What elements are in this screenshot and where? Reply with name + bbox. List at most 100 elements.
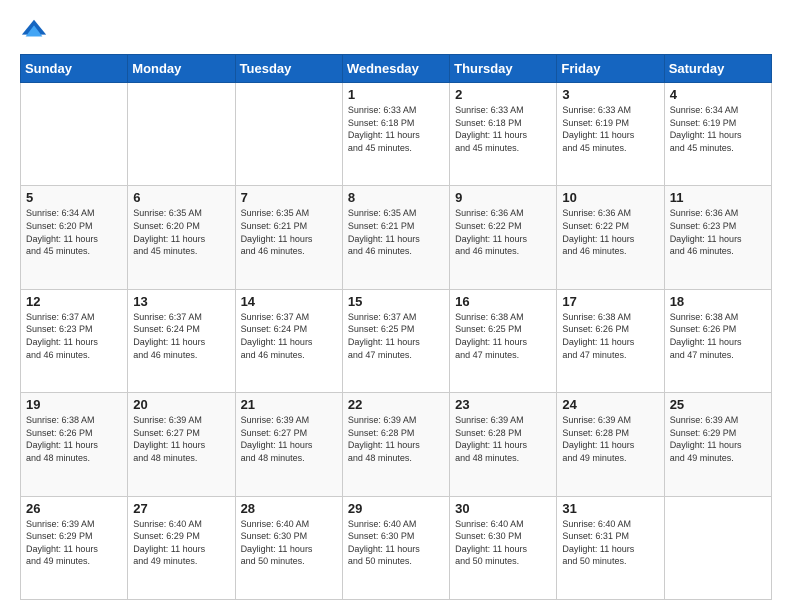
day-number: 2	[455, 87, 551, 102]
day-number: 3	[562, 87, 658, 102]
day-header-saturday: Saturday	[664, 55, 771, 83]
calendar-cell: 30 Sunrise: 6:40 AM Sunset: 6:30 PM Dayli…	[450, 496, 557, 599]
day-info: Sunrise: 6:36 AM Sunset: 6:23 PM Dayligh…	[670, 207, 766, 257]
day-header-wednesday: Wednesday	[342, 55, 449, 83]
day-info: Sunrise: 6:38 AM Sunset: 6:26 PM Dayligh…	[670, 311, 766, 361]
day-header-monday: Monday	[128, 55, 235, 83]
day-info: Sunrise: 6:40 AM Sunset: 6:30 PM Dayligh…	[348, 518, 444, 568]
calendar-cell: 18 Sunrise: 6:38 AM Sunset: 6:26 PM Dayli…	[664, 289, 771, 392]
calendar-cell	[664, 496, 771, 599]
day-number: 13	[133, 294, 229, 309]
day-number: 21	[241, 397, 337, 412]
logo-icon	[20, 16, 48, 44]
calendar-cell: 27 Sunrise: 6:40 AM Sunset: 6:29 PM Dayli…	[128, 496, 235, 599]
day-number: 22	[348, 397, 444, 412]
calendar-cell: 6Sunrise: 6:35 AM Sunset: 6:20 PM Daylig…	[128, 186, 235, 289]
calendar-table: SundayMondayTuesdayWednesdayThursdayFrid…	[20, 54, 772, 600]
calendar-cell: 29 Sunrise: 6:40 AM Sunset: 6:30 PM Dayli…	[342, 496, 449, 599]
day-number: 23	[455, 397, 551, 412]
day-info: Sunrise: 6:38 AM Sunset: 6:26 PM Dayligh…	[26, 414, 122, 464]
day-number: 14	[241, 294, 337, 309]
calendar-cell: 13 Sunrise: 6:37 AM Sunset: 6:24 PM Dayli…	[128, 289, 235, 392]
header	[20, 16, 772, 44]
day-number: 30	[455, 501, 551, 516]
calendar-cell: 25 Sunrise: 6:39 AM Sunset: 6:29 PM Dayli…	[664, 393, 771, 496]
calendar-cell: 3 Sunrise: 6:33 AM Sunset: 6:19 PM Daylig…	[557, 83, 664, 186]
page: SundayMondayTuesdayWednesdayThursdayFrid…	[0, 0, 792, 612]
day-number: 25	[670, 397, 766, 412]
day-info: Sunrise: 6:39 AM Sunset: 6:28 PM Dayligh…	[562, 414, 658, 464]
day-info: Sunrise: 6:38 AM Sunset: 6:26 PM Dayligh…	[562, 311, 658, 361]
day-number: 16	[455, 294, 551, 309]
day-number: 10	[562, 190, 658, 205]
day-number: 1	[348, 87, 444, 102]
day-number: 5	[26, 190, 122, 205]
calendar-cell: 10 Sunrise: 6:36 AM Sunset: 6:22 PM Dayli…	[557, 186, 664, 289]
day-info: Sunrise: 6:38 AM Sunset: 6:25 PM Dayligh…	[455, 311, 551, 361]
day-info: Sunrise: 6:40 AM Sunset: 6:31 PM Dayligh…	[562, 518, 658, 568]
day-info: Sunrise: 6:39 AM Sunset: 6:29 PM Dayligh…	[670, 414, 766, 464]
calendar-cell	[21, 83, 128, 186]
calendar-week-row: 26Sunrise: 6:39 AM Sunset: 6:29 PM Dayli…	[21, 496, 772, 599]
day-number: 27	[133, 501, 229, 516]
calendar-cell: 12Sunrise: 6:37 AM Sunset: 6:23 PM Dayli…	[21, 289, 128, 392]
day-info: Sunrise: 6:35 AM Sunset: 6:20 PM Dayligh…	[133, 207, 229, 257]
calendar-cell	[128, 83, 235, 186]
calendar-cell: 1Sunrise: 6:33 AM Sunset: 6:18 PM Daylig…	[342, 83, 449, 186]
calendar-cell: 14 Sunrise: 6:37 AM Sunset: 6:24 PM Dayli…	[235, 289, 342, 392]
day-info: Sunrise: 6:37 AM Sunset: 6:23 PM Dayligh…	[26, 311, 122, 361]
day-info: Sunrise: 6:37 AM Sunset: 6:24 PM Dayligh…	[241, 311, 337, 361]
calendar-cell: 8 Sunrise: 6:35 AM Sunset: 6:21 PM Daylig…	[342, 186, 449, 289]
logo	[20, 16, 52, 44]
day-header-friday: Friday	[557, 55, 664, 83]
day-info: Sunrise: 6:36 AM Sunset: 6:22 PM Dayligh…	[455, 207, 551, 257]
calendar-week-row: 5 Sunrise: 6:34 AM Sunset: 6:20 PM Daylig…	[21, 186, 772, 289]
day-number: 28	[241, 501, 337, 516]
day-info: Sunrise: 6:37 AM Sunset: 6:24 PM Dayligh…	[133, 311, 229, 361]
calendar-cell: 31 Sunrise: 6:40 AM Sunset: 6:31 PM Dayli…	[557, 496, 664, 599]
day-info: Sunrise: 6:39 AM Sunset: 6:29 PM Dayligh…	[26, 518, 122, 568]
calendar-cell: 24 Sunrise: 6:39 AM Sunset: 6:28 PM Dayli…	[557, 393, 664, 496]
calendar-cell: 21 Sunrise: 6:39 AM Sunset: 6:27 PM Dayli…	[235, 393, 342, 496]
day-info: Sunrise: 6:36 AM Sunset: 6:22 PM Dayligh…	[562, 207, 658, 257]
day-number: 31	[562, 501, 658, 516]
day-info: Sunrise: 6:39 AM Sunset: 6:27 PM Dayligh…	[133, 414, 229, 464]
day-number: 29	[348, 501, 444, 516]
calendar-week-row: 1 Sunrise: 6:33 AM Sunset: 6:18 PM Daylig…	[21, 83, 772, 186]
day-info: Sunrise: 6:39 AM Sunset: 6:27 PM Dayligh…	[241, 414, 337, 464]
day-info: Sunrise: 6:33 AM Sunset: 6:19 PM Dayligh…	[562, 104, 658, 154]
day-number: 7	[241, 190, 337, 205]
calendar-cell: 9 Sunrise: 6:36 AM Sunset: 6:22 PM Daylig…	[450, 186, 557, 289]
calendar-cell: 2 Sunrise: 6:33 AM Sunset: 6:18 PM Daylig…	[450, 83, 557, 186]
day-number: 4	[670, 87, 766, 102]
day-info: Sunrise: 6:40 AM Sunset: 6:30 PM Dayligh…	[455, 518, 551, 568]
day-info: Sunrise: 6:39 AM Sunset: 6:28 PM Dayligh…	[348, 414, 444, 464]
day-number: 9	[455, 190, 551, 205]
day-number: 17	[562, 294, 658, 309]
day-info: Sunrise: 6:35 AM Sunset: 6:21 PM Dayligh…	[241, 207, 337, 257]
calendar-header-row: SundayMondayTuesdayWednesdayThursdayFrid…	[21, 55, 772, 83]
day-number: 8	[348, 190, 444, 205]
calendar-cell: 23 Sunrise: 6:39 AM Sunset: 6:28 PM Dayli…	[450, 393, 557, 496]
day-info: Sunrise: 6:35 AM Sunset: 6:21 PM Dayligh…	[348, 207, 444, 257]
calendar-week-row: 12Sunrise: 6:37 AM Sunset: 6:23 PM Dayli…	[21, 289, 772, 392]
day-header-tuesday: Tuesday	[235, 55, 342, 83]
calendar-cell: 20 Sunrise: 6:39 AM Sunset: 6:27 PM Dayli…	[128, 393, 235, 496]
day-number: 20	[133, 397, 229, 412]
day-info: Sunrise: 6:34 AM Sunset: 6:19 PM Dayligh…	[670, 104, 766, 154]
day-number: 11	[670, 190, 766, 205]
day-info: Sunrise: 6:34 AM Sunset: 6:20 PM Dayligh…	[26, 207, 122, 257]
day-info: Sunrise: 6:33 AM Sunset: 6:18 PM Dayligh…	[455, 104, 551, 154]
day-info: Sunrise: 6:39 AM Sunset: 6:28 PM Dayligh…	[455, 414, 551, 464]
day-number: 18	[670, 294, 766, 309]
day-info: Sunrise: 6:40 AM Sunset: 6:29 PM Dayligh…	[133, 518, 229, 568]
calendar-cell: 5 Sunrise: 6:34 AM Sunset: 6:20 PM Daylig…	[21, 186, 128, 289]
calendar-cell: 19Sunrise: 6:38 AM Sunset: 6:26 PM Dayli…	[21, 393, 128, 496]
calendar-cell: 11 Sunrise: 6:36 AM Sunset: 6:23 PM Dayli…	[664, 186, 771, 289]
day-number: 24	[562, 397, 658, 412]
day-number: 15	[348, 294, 444, 309]
calendar-cell: 7 Sunrise: 6:35 AM Sunset: 6:21 PM Daylig…	[235, 186, 342, 289]
calendar-cell	[235, 83, 342, 186]
day-info: Sunrise: 6:37 AM Sunset: 6:25 PM Dayligh…	[348, 311, 444, 361]
calendar-cell: 15 Sunrise: 6:37 AM Sunset: 6:25 PM Dayli…	[342, 289, 449, 392]
